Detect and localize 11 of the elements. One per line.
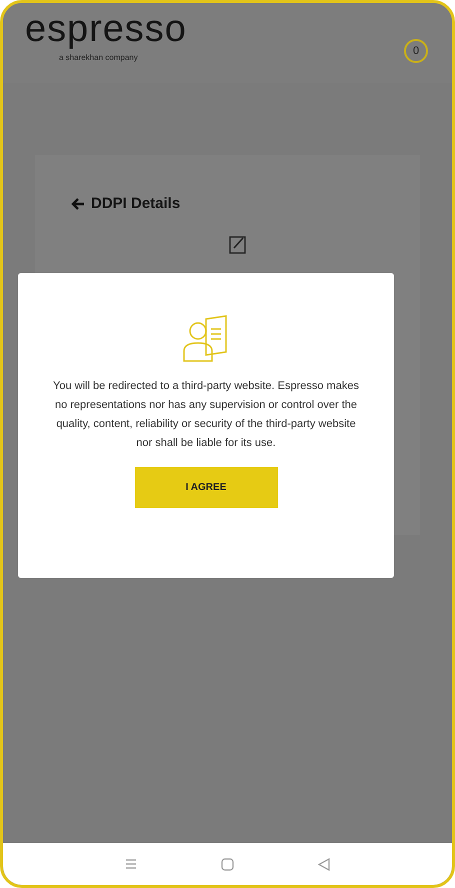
page-title: DDPI Details (91, 194, 180, 214)
redirect-message: You will be redirected to a third-party website. Espresso makes no representations nor has any supervision or control over the quality, content, reliability or security of the third-party website nor shall be liable for its use. (52, 379, 360, 451)
home-icon[interactable] (221, 858, 234, 870)
menu-icon[interactable] (125, 858, 137, 870)
agree-button[interactable]: I AGREE (134, 467, 278, 508)
logo-text: espresso (25, 9, 187, 49)
tagline-text: a sharekhan company (59, 52, 139, 64)
notification-badge[interactable]: 0 (404, 39, 428, 63)
back-icon[interactable] (318, 858, 330, 870)
back-arrow-icon[interactable] (71, 197, 85, 212)
edit-icon[interactable] (228, 234, 246, 254)
